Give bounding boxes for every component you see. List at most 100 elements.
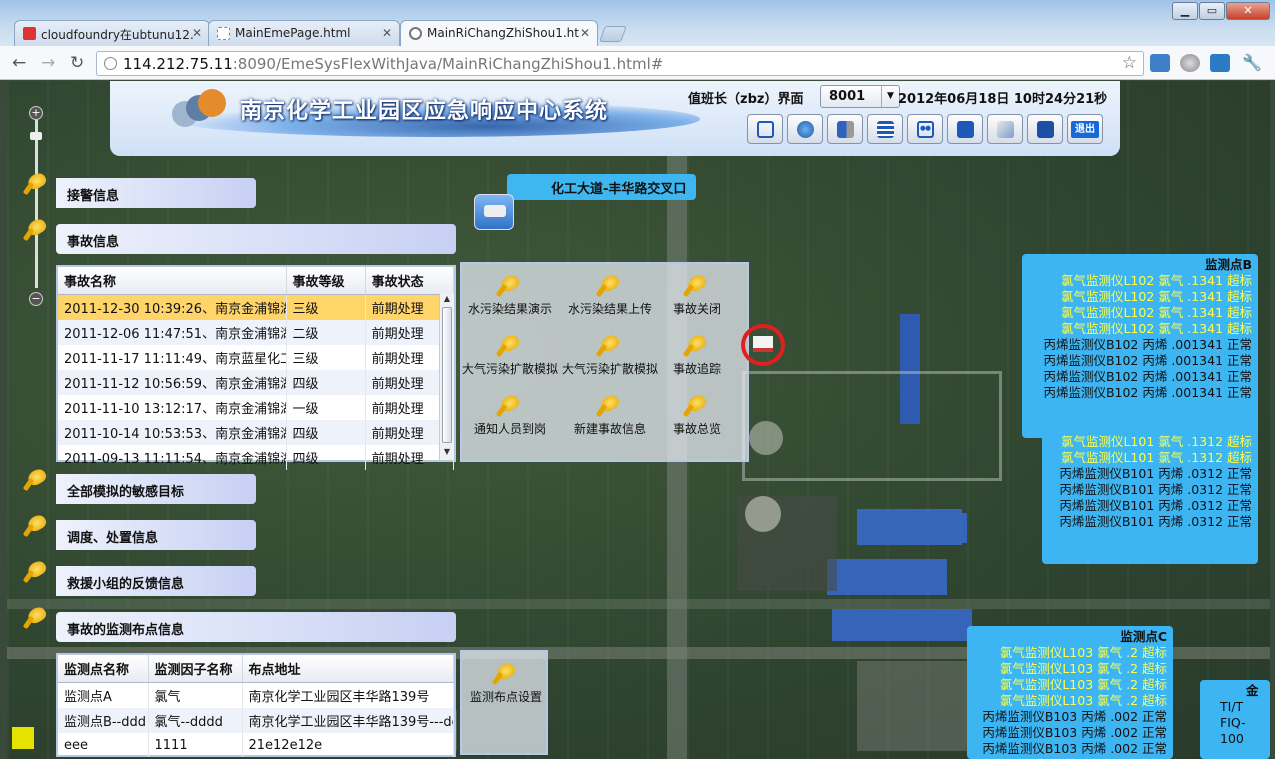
tab-label: MainRiChangZhiShou1.ht [427, 26, 579, 40]
scroll-down-icon[interactable]: ▼ [441, 447, 453, 459]
loading-icon [409, 27, 422, 40]
close-icon[interactable]: ✕ [192, 26, 202, 40]
table-row[interactable]: 2011-12-06 11:47:51、南京金浦锦湖 二级 前期处理 [58, 320, 455, 345]
table-row[interactable]: 监测点B--ddd 氯气--dddd 南京化学工业园区丰华路139号---dd [58, 708, 454, 733]
section-incident[interactable]: 事故信息 [56, 224, 456, 254]
pin-icon [595, 392, 623, 418]
column-header[interactable]: 事故等级 [286, 267, 366, 295]
road-label: 化工大道-丰华路交叉口 [507, 174, 697, 200]
action-close-incident[interactable]: 事故关闭 [647, 272, 747, 317]
monitor-point-c-panel[interactable]: 监测点C 氯气监测仪L103 氯气 .2 超标 氯气监测仪L103 氯气 .2 … [967, 626, 1173, 759]
column-header[interactable]: 事故名称 [58, 267, 287, 295]
section-rescue-feedback[interactable]: 救援小组的反馈信息 [56, 566, 256, 596]
column-header[interactable]: 事故状态 [365, 267, 455, 295]
section-monitoring-points[interactable]: 事故的监测布点信息 [56, 612, 456, 642]
camera-icon[interactable] [474, 194, 514, 230]
truck-button[interactable] [827, 114, 863, 144]
factory-icon [753, 336, 773, 352]
reading-line: 氯气监测仪L103 氯气 .2 超标 [999, 693, 1167, 708]
table-row[interactable]: 监测点A 氯气 南京化学工业园区丰华路139号 [58, 682, 454, 708]
reading-line: 丙烯监测仪B103 丙烯 .002 正常 [982, 709, 1167, 724]
page-icon [104, 57, 117, 70]
extension-globe-icon[interactable] [1180, 54, 1200, 72]
monitor-point-partial-panel[interactable]: 金 TI/T FIQ-100 [1200, 680, 1270, 759]
minimize-button[interactable]: ▁ [1172, 2, 1198, 20]
table-row[interactable]: 2011-12-30 10:39:26、南京金浦锦湖 三级 前期处理 [58, 294, 455, 320]
favicon-icon [217, 27, 230, 40]
duty-select[interactable]: 8001 ▼ [820, 85, 900, 108]
close-icon[interactable]: ✕ [580, 26, 590, 40]
column-header[interactable]: 监测因子名称 [148, 655, 243, 683]
grid-button[interactable] [947, 114, 983, 144]
address-bar[interactable]: 114.212.75.11:8090/EmeSysFlexWithJava/Ma… [96, 51, 1144, 76]
section-sensitive-targets[interactable]: 全部模拟的敏感目标 [56, 474, 256, 504]
monitor-setup-label: 监测布点设置 [469, 690, 542, 704]
tab-mainrichangzhishou[interactable]: MainRiChangZhiShou1.ht ✕ [400, 20, 598, 47]
extension-bird-icon[interactable] [1210, 54, 1230, 72]
extension-screen-icon[interactable] [1150, 54, 1170, 72]
tab-cloudfoundry[interactable]: cloudfoundry在ubtunu12. ✕ [14, 20, 210, 46]
reading-line: 氯气监测仪L102 氯气 .1341 超标 [1060, 305, 1252, 320]
table-scrollbar[interactable]: ▲ ▼ [439, 293, 454, 460]
action-incident-overview[interactable]: 事故总览 [647, 392, 747, 437]
action-water-pollution-demo[interactable]: 水污染结果演示 [460, 272, 560, 317]
action-track-incident[interactable]: 事故追踪 [647, 332, 747, 377]
back-button[interactable]: ← [12, 53, 26, 73]
zoom-thumb[interactable] [30, 132, 42, 140]
zoom-in-button[interactable]: + [29, 106, 43, 120]
globe-button[interactable] [787, 114, 823, 144]
reading-line: 丙烯监测仪B101 丙烯 .0312 正常 [1059, 482, 1252, 497]
table-row[interactable]: 2011-11-17 11:11:49、南京蓝星化工 三级 前期处理 [58, 345, 455, 370]
list-button[interactable] [867, 114, 903, 144]
reading-line: 丙烯监测仪B102 丙烯 .001341 正常 [1043, 369, 1252, 384]
chevron-down-icon[interactable]: ▼ [881, 86, 899, 107]
zoom-track[interactable] [35, 118, 38, 288]
reading-line: TI/T [1220, 699, 1244, 714]
scroll-up-icon[interactable]: ▲ [441, 294, 453, 306]
section-alarm[interactable]: 接警信息 [56, 178, 256, 208]
wrench-menu-icon[interactable]: 🔧 [1242, 53, 1262, 72]
zoom-slider[interactable]: + − [20, 106, 52, 306]
action-notify-staff[interactable]: 通知人员到岗 [460, 392, 560, 437]
forward-button[interactable]: → [41, 53, 55, 73]
table-row[interactable]: eee 1111 21e12e12e [58, 733, 454, 757]
close-window-button[interactable]: ✕ [1226, 2, 1270, 20]
zoom-out-button[interactable]: − [29, 292, 43, 306]
pin-icon [682, 272, 710, 298]
pin-icon [22, 512, 50, 538]
monitor-point-b-panel[interactable]: 监测点B 氯气监测仪L102 氯气 .1341 超标 氯气监测仪L102 氯气 … [1022, 254, 1258, 438]
tab-mainemepage[interactable]: MainEmePage.html ✕ [208, 20, 400, 46]
bookmark-star-icon[interactable]: ☆ [1122, 53, 1137, 73]
action-water-pollution-upload[interactable]: 水污染结果上传 [560, 272, 660, 317]
table-row[interactable]: 2011-11-10 13:12:17、南京金浦锦湖 一级 前期处理 [58, 395, 455, 420]
column-header[interactable]: 监测点名称 [58, 655, 149, 683]
new-tab-button[interactable] [599, 26, 627, 42]
close-icon[interactable]: ✕ [382, 26, 392, 40]
action-air-dispersion-1[interactable]: 大气污染扩散模拟 [460, 332, 560, 377]
people-button[interactable] [907, 114, 943, 144]
legend-swatch [12, 727, 34, 749]
table-row[interactable]: 2011-10-14 10:53:53、南京金浦锦湖 四级 前期处理 [58, 420, 455, 445]
pin-icon [495, 392, 523, 418]
column-header[interactable]: 布点地址 [242, 655, 454, 683]
action-air-dispersion-2[interactable]: 大气污染扩散模拟 [560, 332, 660, 377]
maximize-button[interactable]: ▭ [1199, 2, 1225, 20]
exit-button[interactable]: 退出 [1067, 114, 1103, 144]
monitor-point-title: 监测点B [1204, 257, 1252, 272]
pin-icon [22, 466, 50, 492]
incident-marker[interactable] [738, 323, 788, 367]
monitor-point-b2-panel[interactable]: 氯气监测仪L101 氯气 .1312 超标 氯气监测仪L101 氯气 .1312… [1042, 432, 1258, 564]
map-search-button[interactable] [987, 114, 1023, 144]
fullscreen-button[interactable] [747, 114, 783, 144]
action-new-incident[interactable]: 新建事故信息 [560, 392, 660, 437]
table-row[interactable]: 2011-11-12 10:56:59、南京金浦锦湖 四级 前期处理 [58, 370, 455, 395]
pin-icon [595, 272, 623, 298]
scroll-thumb[interactable] [442, 307, 452, 443]
book-button[interactable] [1027, 114, 1063, 144]
section-dispatch[interactable]: 调度、处置信息 [56, 520, 256, 550]
monitor-setup-button[interactable]: 监测布点设置 [456, 660, 556, 705]
reload-button[interactable]: ↻ [70, 53, 84, 73]
browser-titlebar: cloudfoundry在ubtunu12. ✕ MainEmePage.htm… [0, 0, 1275, 47]
table-row[interactable]: 2011-09-13 11:11:54、南京金浦锦湖 四级 前期处理 [58, 445, 455, 470]
map-search-icon [997, 121, 1014, 138]
